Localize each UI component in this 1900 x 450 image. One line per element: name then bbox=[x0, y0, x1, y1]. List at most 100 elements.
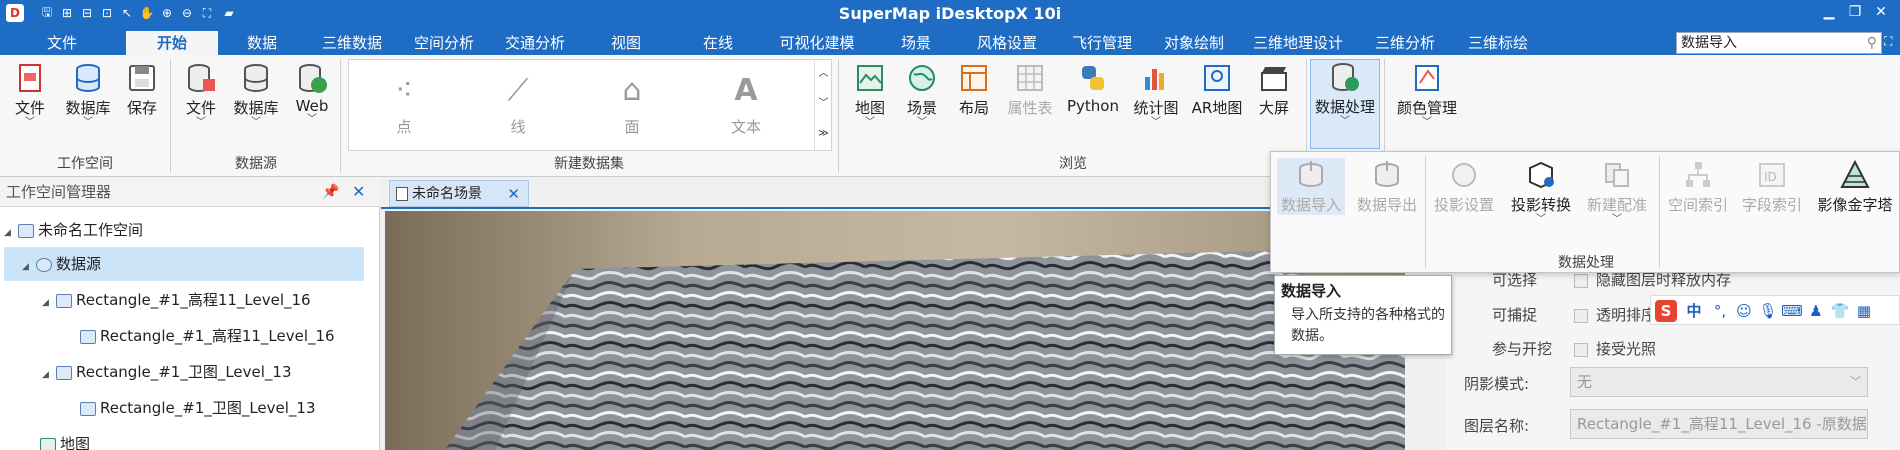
collapse-ribbon-icon[interactable]: ⛶ bbox=[1884, 34, 1892, 49]
tooltip-body: 导入所支持的各种格式的数据。 bbox=[1291, 307, 1445, 344]
projection-transform-button[interactable]: 投影转换 ﹀ bbox=[1505, 158, 1577, 225]
tree-node-dataset-satellite[interactable]: Rectangle_#1_卫图_Level_13 bbox=[80, 391, 316, 425]
tab-spatial-analysis[interactable]: 空间分析 bbox=[402, 31, 486, 55]
chevron-down-icon: ﹀ bbox=[865, 117, 875, 128]
gallery-more-icon[interactable]: ≫ bbox=[815, 119, 832, 149]
maximize-button[interactable]: ❐ bbox=[1844, 4, 1866, 24]
punctuation-icon[interactable]: °, bbox=[1709, 300, 1731, 322]
tooltip-title: 数据导入 bbox=[1281, 282, 1342, 300]
tab-start[interactable]: 开始 bbox=[126, 31, 218, 55]
map-button[interactable]: 地图 ﹀ bbox=[848, 61, 892, 128]
collapse-triangle-icon[interactable]: ◢ bbox=[4, 216, 18, 250]
search-icon[interactable]: ⚲ bbox=[1867, 33, 1877, 53]
transparent-sort-checkbox[interactable] bbox=[1574, 308, 1588, 323]
ar-map-button[interactable]: AR地图 bbox=[1188, 61, 1246, 118]
tab-visual-modeling[interactable]: 可视化建模 bbox=[764, 31, 870, 55]
layout-button[interactable]: 布局 bbox=[952, 61, 996, 118]
globe-icon bbox=[909, 65, 935, 91]
tab-object-drawing[interactable]: 对象绘制 bbox=[1152, 31, 1236, 55]
tab-file[interactable]: 文件 bbox=[30, 31, 94, 55]
close-button[interactable]: ✕ bbox=[1870, 4, 1892, 24]
tab-view[interactable]: 视图 bbox=[600, 31, 652, 55]
image-dataset-icon bbox=[80, 401, 96, 416]
tree-node-maps[interactable]: 地图 bbox=[40, 427, 90, 450]
scene-button[interactable]: 场景 ﹀ bbox=[900, 61, 944, 128]
accept-light-option[interactable]: 接受光照 bbox=[1574, 338, 1656, 359]
emoji-icon[interactable]: ☺ bbox=[1733, 300, 1755, 322]
minimize-button[interactable]: ▁ bbox=[1818, 4, 1840, 24]
new-text-dataset-button[interactable]: A 文本 bbox=[691, 64, 801, 137]
workspace-database-button[interactable]: 数据库 ﹀ bbox=[60, 61, 116, 128]
color-management-button[interactable]: 颜色管理 ﹀ bbox=[1392, 61, 1462, 128]
collapse-triangle-icon[interactable]: ◢ bbox=[42, 358, 56, 392]
tab-flight-management[interactable]: 飞行管理 bbox=[1060, 31, 1144, 55]
transparent-sort-option[interactable]: 透明排序 bbox=[1574, 304, 1656, 325]
gallery-scrollbar[interactable]: ︿ ﹀ ≫ bbox=[814, 59, 832, 151]
datasource-database-button[interactable]: 数据库 ﹀ bbox=[228, 61, 284, 128]
tree-node-datasource-satellite[interactable]: ◢ Rectangle_#1_卫图_Level_13 bbox=[42, 355, 292, 389]
tab-scene[interactable]: 场景 bbox=[890, 31, 942, 55]
attribute-table-button[interactable]: 属性表 bbox=[1002, 61, 1058, 118]
big-screen-button[interactable]: 大屏 bbox=[1252, 61, 1296, 118]
data-import-button[interactable]: 数据导入 bbox=[1277, 158, 1345, 215]
registration-icon bbox=[1605, 163, 1629, 187]
release-memory-checkbox[interactable] bbox=[1574, 273, 1588, 288]
new-registration-button[interactable]: 新建配准 ﹀ bbox=[1581, 158, 1653, 225]
ribbon-search-input[interactable]: 数据导入 ⚲ bbox=[1676, 32, 1882, 54]
workspace-icon bbox=[18, 223, 34, 238]
toolbox-icon[interactable]: ▦ bbox=[1853, 300, 1875, 322]
workspace-save-button[interactable]: 保存 bbox=[120, 61, 164, 118]
tab-3d-analysis[interactable]: 三维分析 bbox=[1362, 31, 1448, 55]
scroll-up-icon[interactable]: ︿ bbox=[815, 59, 832, 89]
datasource-web-button[interactable]: Web ﹀ bbox=[290, 61, 334, 125]
image-pyramid-button[interactable]: 影像金字塔 bbox=[1813, 158, 1897, 215]
tab-3d-geodesign[interactable]: 三维地理设计 bbox=[1242, 31, 1354, 55]
svg-text:ID: ID bbox=[1764, 170, 1777, 184]
collapse-triangle-icon[interactable]: ◢ bbox=[42, 286, 56, 320]
terrain-render bbox=[445, 251, 1405, 450]
data-export-button[interactable]: 数据导出 bbox=[1353, 158, 1421, 215]
new-region-dataset-button[interactable]: ⌂ 面 bbox=[577, 64, 687, 137]
collapse-triangle-icon[interactable]: ◢ bbox=[22, 250, 36, 284]
spatial-index-button[interactable]: 空间索引 bbox=[1663, 158, 1733, 215]
tree-node-datasource-elevation[interactable]: ◢ Rectangle_#1_高程11_Level_16 bbox=[42, 283, 311, 317]
tree-node-workspace[interactable]: ◢ 未命名工作空间 bbox=[4, 213, 143, 247]
tab-untitled-scene[interactable]: 未命名场景 ✕ bbox=[389, 180, 529, 207]
shadow-mode-select[interactable]: 无 ﹀ bbox=[1570, 367, 1868, 397]
close-icon[interactable]: ✕ bbox=[352, 177, 365, 207]
data-processing-panel: 数据导入 数据导出 投影设置 投影转换 ﹀ 新建配准 ﹀ 空间索引 ID 字段索引 … bbox=[1270, 151, 1900, 273]
workspace-file-button[interactable]: 文件 ﹀ bbox=[8, 61, 52, 128]
data-processing-icon bbox=[1332, 63, 1359, 92]
tab-data[interactable]: 数据 bbox=[232, 31, 292, 55]
tree-node-datasources[interactable]: ◢ 数据源 bbox=[4, 247, 364, 281]
field-index-button[interactable]: ID 字段索引 bbox=[1737, 158, 1807, 215]
close-icon[interactable]: ✕ bbox=[507, 181, 520, 207]
tab-style-settings[interactable]: 风格设置 bbox=[964, 31, 1050, 55]
ribbon-separator bbox=[170, 59, 171, 173]
python-button[interactable]: Python bbox=[1064, 61, 1122, 115]
keyboard-icon[interactable]: ⌨ bbox=[1781, 300, 1803, 322]
new-point-dataset-button[interactable]: ⁖ 点 bbox=[349, 64, 459, 137]
accept-light-checkbox[interactable] bbox=[1574, 342, 1588, 357]
ime-logo[interactable]: S bbox=[1655, 300, 1677, 322]
stat-chart-button[interactable]: 统计图 ﹀ bbox=[1128, 61, 1184, 128]
tree-node-dataset-elevation[interactable]: Rectangle_#1_高程11_Level_16 bbox=[80, 319, 335, 353]
data-processing-button[interactable]: 数据处理 ﹀ bbox=[1310, 59, 1380, 149]
spatial-index-icon bbox=[1686, 162, 1710, 187]
datasource-file-button[interactable]: 文件 ﹀ bbox=[178, 61, 224, 128]
ime-mode-toggle[interactable]: 中 bbox=[1683, 300, 1705, 322]
skin-icon[interactable]: 👕 bbox=[1829, 300, 1851, 322]
scroll-down-icon[interactable]: ﹀ bbox=[815, 89, 832, 119]
scene-viewport[interactable] bbox=[385, 211, 1405, 450]
layer-name-field[interactable]: Rectangle_#1_高程11_Level_16 -原数据 bbox=[1570, 409, 1868, 439]
projection-setting-button[interactable]: 投影设置 bbox=[1429, 158, 1499, 215]
user-icon[interactable]: ♟ bbox=[1805, 300, 1827, 322]
pin-icon[interactable]: 📌 bbox=[322, 177, 339, 207]
tab-online[interactable]: 在线 bbox=[690, 31, 746, 55]
microphone-icon[interactable]: 🎙 bbox=[1757, 300, 1779, 322]
chevron-down-icon: ﹀ bbox=[1422, 117, 1432, 128]
tab-traffic-analysis[interactable]: 交通分析 bbox=[494, 31, 576, 55]
new-line-dataset-button[interactable]: ⟋ 线 bbox=[463, 64, 573, 137]
tab-3d-plotting[interactable]: 三维标绘 bbox=[1456, 31, 1540, 55]
tab-3d-data[interactable]: 三维数据 bbox=[312, 31, 392, 55]
